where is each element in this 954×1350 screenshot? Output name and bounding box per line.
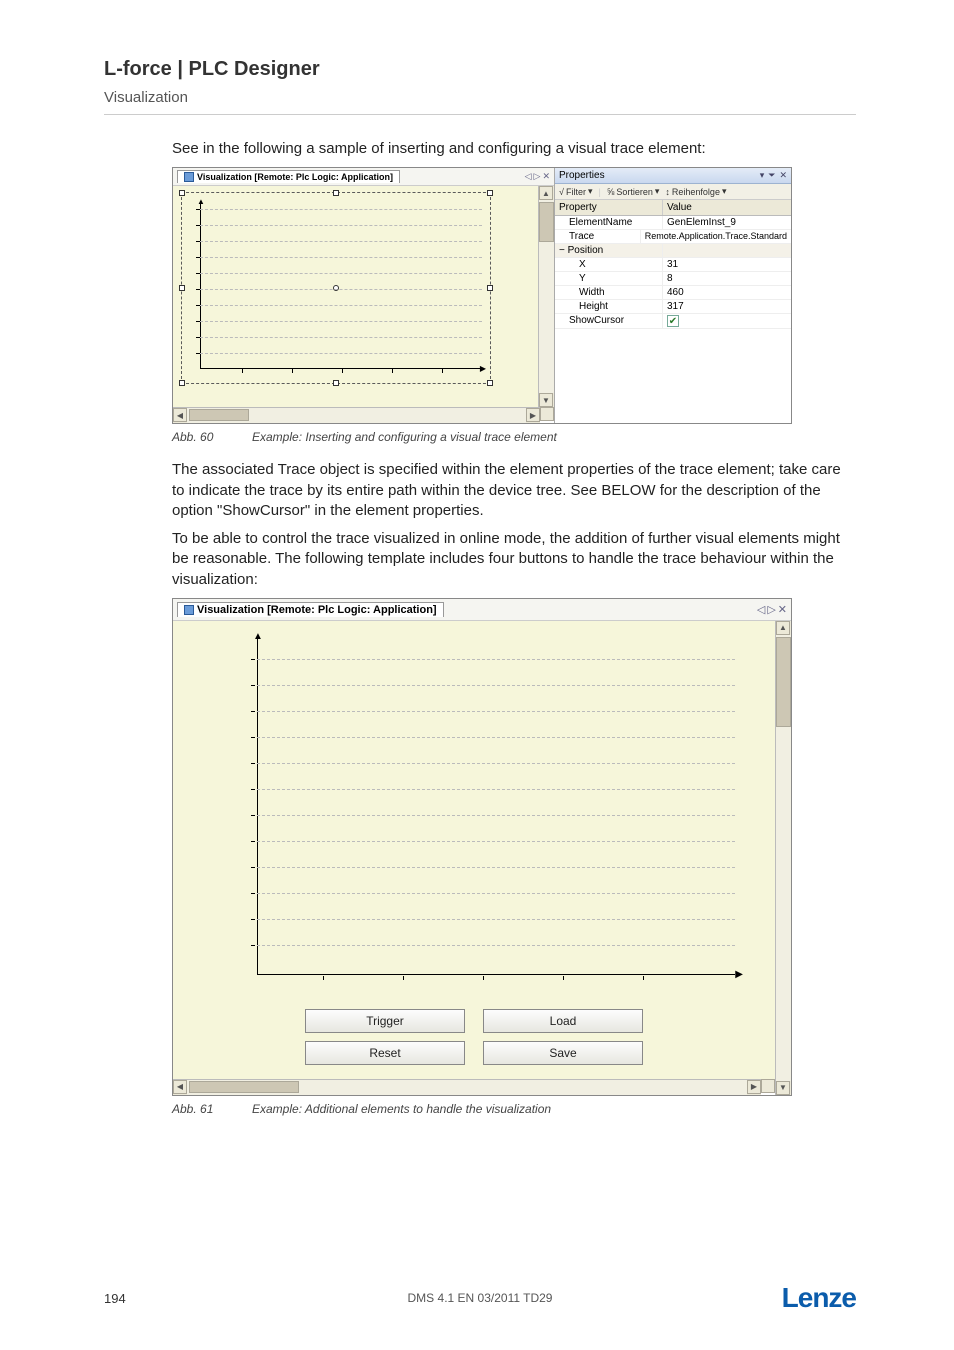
vertical-scrollbar[interactable]: ▲ ▼ bbox=[538, 186, 554, 407]
property-row-height[interactable]: Height 317 bbox=[555, 300, 791, 314]
paragraph-1: The associated Trace object is specified… bbox=[172, 460, 856, 521]
property-row-y[interactable]: Y 8 bbox=[555, 272, 791, 286]
resize-handle[interactable] bbox=[487, 285, 493, 291]
sort-button[interactable]: ⅝ Sortieren ▾ bbox=[607, 186, 660, 197]
property-row-elementname[interactable]: ElementName GenElemInst_9 bbox=[555, 216, 791, 230]
visualization-canvas[interactable]: ▲ ▶ bbox=[173, 186, 538, 407]
reset-button[interactable]: Reset bbox=[305, 1041, 465, 1065]
value-col-header[interactable]: Value bbox=[663, 200, 791, 215]
center-handle[interactable] bbox=[333, 285, 339, 291]
lenze-logo: Lenze bbox=[782, 1282, 856, 1314]
scroll-down-icon[interactable]: ▼ bbox=[776, 1081, 790, 1095]
trace-y-axis bbox=[200, 201, 201, 369]
property-row-x[interactable]: X 31 bbox=[555, 258, 791, 272]
document-id: DMS 4.1 EN 03/2011 TD29 bbox=[408, 1291, 553, 1305]
showcursor-checkbox[interactable]: ✔ bbox=[667, 315, 679, 327]
scroll-up-icon[interactable]: ▲ bbox=[539, 186, 553, 200]
editor-tabbar: Visualization [Remote: Plc Logic: Applic… bbox=[173, 599, 791, 621]
figure-60-screenshot: Visualization [Remote: Plc Logic: Applic… bbox=[172, 167, 792, 424]
editor-tab[interactable]: Visualization [Remote: Plc Logic: Applic… bbox=[177, 170, 400, 183]
property-row-position[interactable]: − Position bbox=[555, 244, 791, 258]
property-row-showcursor[interactable]: ShowCursor ✔ bbox=[555, 314, 791, 329]
properties-toolbar: √ Filter ▾ | ⅝ Sortieren ▾ ↕ Reihenfolge… bbox=[555, 184, 791, 200]
figure-61-caption: Abb. 61Example: Additional elements to h… bbox=[172, 1102, 856, 1116]
axis-arrow-up-icon: ▲ bbox=[197, 197, 205, 206]
scroll-left-icon[interactable]: ◀ bbox=[173, 408, 187, 422]
properties-titlebar: Properties ▾ ⏷ ✕ bbox=[555, 168, 791, 184]
figure-60-caption: Abb. 60Example: Inserting and configurin… bbox=[172, 430, 856, 444]
resize-handle[interactable] bbox=[487, 380, 493, 386]
load-button[interactable]: Load bbox=[483, 1009, 643, 1033]
property-row-trace[interactable]: Trace Remote.Application.Trace.Standard bbox=[555, 230, 791, 244]
panel-pin-icon[interactable]: ⏷ bbox=[768, 170, 775, 181]
trigger-button[interactable]: Trigger bbox=[305, 1009, 465, 1033]
trace-element-selection[interactable]: ▲ ▶ bbox=[181, 192, 491, 384]
tab-next-icon[interactable]: ▷ bbox=[767, 603, 775, 616]
trace-y-axis bbox=[257, 639, 258, 975]
tab-prev-icon[interactable]: ◁ bbox=[525, 171, 532, 182]
tab-next-icon[interactable]: ▷ bbox=[534, 171, 541, 182]
filter-button[interactable]: √ Filter ▾ bbox=[559, 186, 592, 197]
editor-tab-label: Visualization [Remote: Plc Logic: Applic… bbox=[197, 604, 437, 616]
horizontal-scrollbar[interactable]: ◀ ▶ bbox=[173, 1079, 761, 1095]
axis-arrow-right-icon: ▶ bbox=[735, 969, 743, 980]
visualization-icon bbox=[184, 172, 194, 182]
paragraph-2: To be able to control the trace visualiz… bbox=[172, 529, 856, 590]
properties-header: Property Value bbox=[555, 200, 791, 216]
horizontal-scrollbar[interactable]: ◀ ▶ bbox=[173, 407, 540, 423]
editor-tab[interactable]: Visualization [Remote: Plc Logic: Applic… bbox=[177, 602, 444, 617]
properties-title-label: Properties bbox=[559, 170, 605, 181]
scroll-right-icon[interactable]: ▶ bbox=[747, 1080, 761, 1094]
axis-arrow-up-icon: ▲ bbox=[253, 631, 263, 642]
tab-prev-icon[interactable]: ◁ bbox=[757, 603, 765, 616]
save-button[interactable]: Save bbox=[483, 1041, 643, 1065]
panel-close-icon[interactable]: ✕ bbox=[779, 170, 787, 181]
resize-handle[interactable] bbox=[333, 380, 339, 386]
tab-close-icon[interactable]: ✕ bbox=[542, 171, 550, 182]
order-button[interactable]: ↕ Reihenfolge ▾ bbox=[665, 186, 726, 197]
vertical-scrollbar[interactable]: ▲ ▼ bbox=[775, 621, 791, 1095]
visualization-editor: Visualization [Remote: Plc Logic: Applic… bbox=[173, 168, 555, 423]
scroll-left-icon[interactable]: ◀ bbox=[173, 1080, 187, 1094]
panel-dropdown-icon[interactable]: ▾ bbox=[760, 170, 765, 181]
resize-handle[interactable] bbox=[333, 190, 339, 196]
property-col-header[interactable]: Property bbox=[555, 200, 663, 215]
tab-close-icon[interactable]: ✕ bbox=[778, 603, 787, 616]
page-title: L-force | PLC Designer bbox=[104, 58, 856, 81]
editor-tab-label: Visualization [Remote: Plc Logic: Applic… bbox=[197, 172, 393, 182]
scroll-up-icon[interactable]: ▲ bbox=[776, 621, 790, 635]
page-number: 194 bbox=[104, 1291, 126, 1306]
editor-tabbar: Visualization [Remote: Plc Logic: Applic… bbox=[173, 168, 554, 186]
visualization-canvas[interactable]: ▲ ▶ bbox=[173, 621, 775, 1079]
collapse-icon[interactable]: − bbox=[559, 245, 565, 256]
resize-handle[interactable] bbox=[179, 190, 185, 196]
intro-text: See in the following a sample of inserti… bbox=[172, 139, 856, 159]
trace-x-axis bbox=[257, 974, 735, 975]
visualization-icon bbox=[184, 605, 194, 615]
header-rule bbox=[104, 114, 856, 115]
resize-handle[interactable] bbox=[179, 285, 185, 291]
scroll-down-icon[interactable]: ▼ bbox=[539, 393, 553, 407]
properties-grid: ElementName GenElemInst_9 Trace Remote.A… bbox=[555, 216, 791, 423]
figure-61-screenshot: Visualization [Remote: Plc Logic: Applic… bbox=[172, 598, 792, 1096]
corner-icon bbox=[540, 407, 554, 421]
axis-arrow-right-icon: ▶ bbox=[480, 364, 486, 373]
page-subtitle: Visualization bbox=[104, 89, 856, 106]
properties-panel: Properties ▾ ⏷ ✕ √ Filter ▾ | ⅝ Sortiere… bbox=[555, 168, 791, 423]
scroll-right-icon[interactable]: ▶ bbox=[526, 408, 540, 422]
resize-handle[interactable] bbox=[179, 380, 185, 386]
property-row-width[interactable]: Width 460 bbox=[555, 286, 791, 300]
resize-handle[interactable] bbox=[487, 190, 493, 196]
corner-icon bbox=[761, 1079, 775, 1093]
page-footer: 194 DMS 4.1 EN 03/2011 TD29 Lenze bbox=[104, 1282, 856, 1314]
